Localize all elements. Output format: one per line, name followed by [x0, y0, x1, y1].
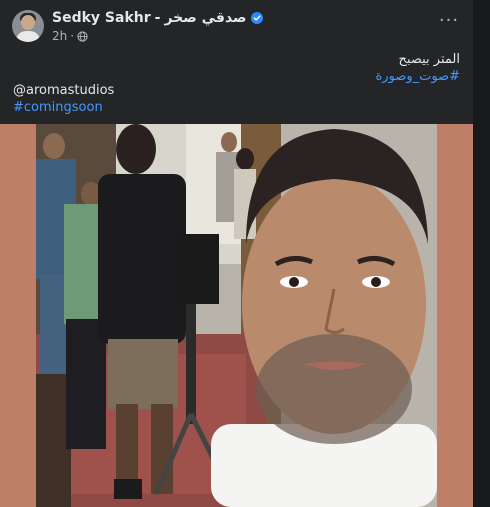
post-text-arabic: المتر بيصبح #صوت_وصورة	[375, 51, 460, 85]
page-margin	[473, 0, 490, 507]
more-options-icon[interactable]: ···	[437, 12, 461, 34]
author-name[interactable]: Sedky Sakhr	[52, 10, 151, 26]
author-name-arabic[interactable]: صدقي صخر	[164, 10, 246, 26]
mention-link[interactable]: @aromastudios	[13, 82, 114, 99]
post-card: Sedky Sakhr - صدقي صخر 2h · ··· المتر بي…	[0, 0, 473, 507]
meta-dot: ·	[70, 29, 75, 43]
post-text-english: @aromastudios #comingsoon	[13, 82, 114, 116]
photo-illustration	[36, 124, 437, 507]
avatar[interactable]	[12, 10, 44, 42]
author-line: Sedky Sakhr - صدقي صخر	[52, 10, 263, 26]
author-separator: -	[154, 10, 161, 26]
post-time[interactable]: 2h	[52, 29, 67, 43]
post-media[interactable]	[0, 124, 473, 507]
hashtag-arabic-link[interactable]: #صوت_وصورة	[375, 68, 460, 85]
post-text-line: المتر بيصبح	[398, 52, 460, 67]
post-header: Sedky Sakhr - صدقي صخر 2h · ···	[0, 0, 473, 52]
globe-icon[interactable]	[77, 30, 88, 42]
hashtag-comingsoon-link[interactable]: #comingsoon	[13, 99, 114, 116]
post-photo[interactable]	[36, 124, 437, 507]
post-meta: 2h ·	[52, 29, 88, 43]
verified-badge-icon	[250, 12, 263, 24]
